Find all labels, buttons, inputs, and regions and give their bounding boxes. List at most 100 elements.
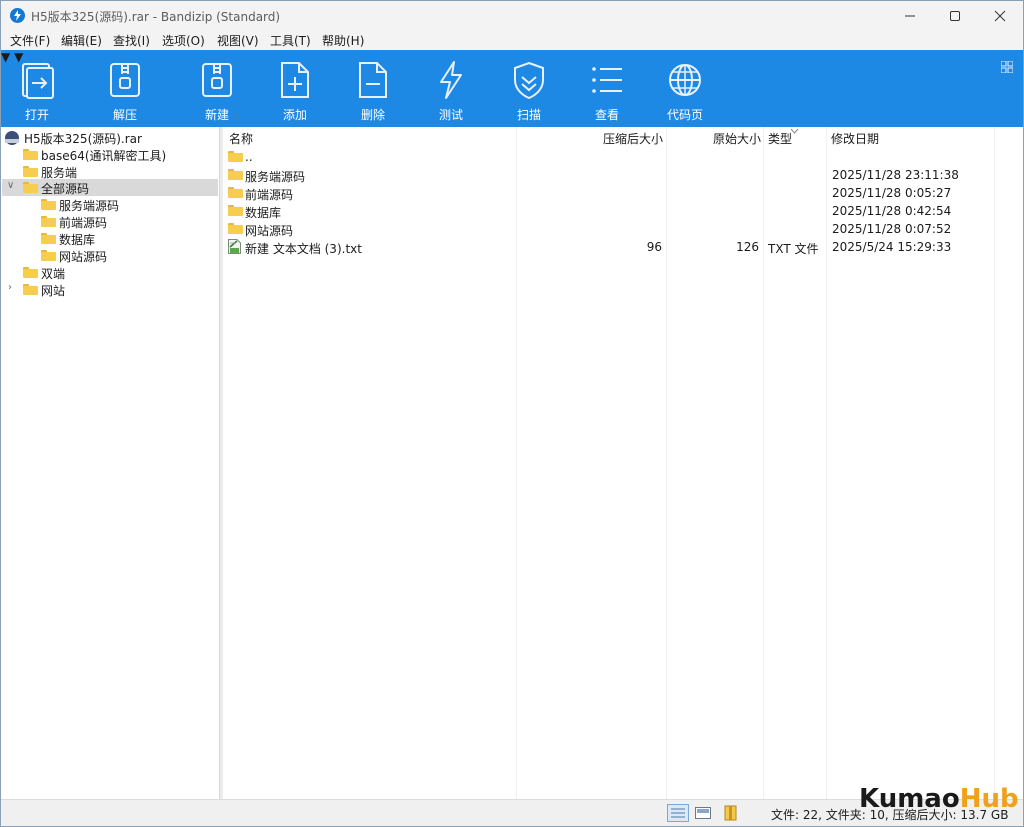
menu-edit[interactable]: 编辑(E) — [61, 32, 102, 49]
archive-info-icon[interactable] — [720, 804, 742, 822]
text-file-icon — [228, 239, 241, 254]
menu-help[interactable]: 帮助(H) — [322, 32, 364, 49]
menu-bar: 文件(F) 编辑(E) 查找(I) 选项(O) 视图(V) 工具(T) 帮助(H… — [1, 30, 1023, 50]
tree-item-label: 网站源码 — [59, 250, 108, 264]
list-view-icon — [592, 67, 622, 93]
tree-item-label: 网站 — [41, 284, 66, 298]
shield-icon — [514, 61, 544, 100]
preview-pane-icon[interactable] — [692, 804, 714, 822]
folder-icon — [23, 284, 38, 295]
file-name: 网站源码 — [245, 224, 294, 238]
minimize-button[interactable] — [887, 1, 933, 30]
folder-tree: H5版本325(源码).rar base64(通讯解密工具) 服务端 ∨ 全部源… — [1, 127, 219, 799]
delete-label: 删除 — [360, 108, 385, 122]
new-archive-icon — [202, 63, 232, 97]
tree-item-base64[interactable]: base64(通讯解密工具) — [1, 146, 219, 163]
tree-item-server[interactable]: 服务端 — [1, 163, 219, 180]
extract-label: 解压 — [112, 108, 137, 122]
view-label: 查看 — [594, 108, 619, 122]
close-button[interactable] — [977, 1, 1023, 30]
tree-item-all-source[interactable]: ∨ 全部源码 — [2, 179, 218, 196]
title-bar: H5版本325(源码).rar - Bandizip (Standard) — [1, 1, 1023, 30]
folder-icon — [23, 267, 38, 278]
sort-arrow-icon — [790, 128, 799, 134]
tree-item-label: 前端源码 — [59, 216, 108, 230]
folder-icon — [23, 149, 38, 160]
extract-icon — [110, 63, 140, 97]
tree-item-dual[interactable]: 双端 — [1, 264, 219, 281]
list-row[interactable]: 前端源码 2025/11/28 0:05:27 — [223, 184, 1023, 202]
expand-chevron-icon[interactable]: ∨ — [7, 180, 17, 191]
tree-root[interactable]: H5版本325(源码).rar — [1, 129, 219, 146]
menu-file[interactable]: 文件(F) — [10, 32, 50, 49]
details-view-icon[interactable] — [667, 804, 689, 822]
file-type: TXT 文件 — [768, 242, 819, 256]
list-row[interactable]: 数据库 2025/11/28 0:42:54 — [223, 202, 1023, 220]
folder-icon — [228, 223, 243, 234]
tree-item-server-source[interactable]: 服务端源码 — [1, 196, 219, 213]
scan-label: 扫描 — [516, 108, 541, 122]
tree-item-website[interactable]: › 网站 — [1, 281, 219, 298]
file-name: 服务端源码 — [245, 170, 306, 184]
delete-file-icon — [359, 62, 387, 98]
rar-archive-icon — [5, 131, 19, 145]
file-name: .. — [245, 150, 253, 164]
tree-root-label: H5版本325(源码).rar — [24, 132, 142, 146]
folder-icon — [228, 151, 243, 162]
file-modified: 2025/5/24 15:29:33 — [832, 240, 952, 254]
folder-icon — [41, 250, 56, 261]
folder-icon — [41, 199, 56, 210]
column-header-modified[interactable]: 修改日期 — [831, 130, 879, 147]
file-name: 新建 文本文档 (3).txt — [245, 242, 362, 256]
list-row-parent[interactable]: .. — [223, 148, 1023, 166]
tree-item-label: 数据库 — [59, 233, 96, 247]
bandizip-window: H5版本325(源码).rar - Bandizip (Standard) 文件… — [0, 0, 1024, 827]
folder-icon — [228, 187, 243, 198]
list-row[interactable]: 新建 文本文档 (3).txt 96 126 TXT 文件 2025/5/24 … — [223, 238, 1023, 256]
folder-icon — [228, 169, 243, 180]
window-title: H5版本325(源码).rar - Bandizip (Standard) — [31, 10, 281, 24]
menu-tools[interactable]: 工具(T) — [270, 32, 311, 49]
maximize-button[interactable] — [932, 1, 978, 30]
globe-icon — [669, 64, 701, 96]
menu-view[interactable]: 视图(V) — [217, 32, 259, 49]
tree-item-label: 服务端源码 — [59, 199, 120, 213]
file-packed-size: 96 — [646, 240, 662, 254]
folder-icon — [23, 166, 38, 177]
folder-icon — [41, 216, 56, 227]
tree-item-label: base64(通讯解密工具) — [41, 149, 167, 163]
tree-item-label: 双端 — [41, 267, 66, 281]
watermark-part1: Kumao — [859, 784, 960, 814]
column-header-type[interactable]: 类型 — [768, 130, 792, 147]
new-label: 新建 — [204, 108, 229, 122]
column-header-name[interactable]: 名称 — [229, 130, 253, 147]
column-header-original[interactable]: 原始大小 — [713, 130, 761, 147]
open-dropdown-arrow[interactable]: ▼ — [1, 50, 10, 64]
chevron-right-icon[interactable]: › — [8, 282, 18, 293]
tree-item-label: 全部源码 — [41, 182, 90, 196]
file-modified: 2025/11/28 0:07:52 — [832, 222, 952, 236]
column-header-packed[interactable]: 压缩后大小 — [603, 130, 663, 147]
file-list: 名称 压缩后大小 原始大小 类型 修改日期 .. 服务端源码 2025/11/2… — [223, 127, 1023, 799]
tree-item-website-source[interactable]: 网站源码 — [1, 247, 219, 264]
test-label: 测试 — [438, 108, 463, 122]
tree-item-frontend-source[interactable]: 前端源码 — [1, 213, 219, 230]
open-icon — [22, 63, 54, 99]
add-label: 添加 — [282, 108, 307, 122]
file-modified: 2025/11/28 23:11:38 — [832, 168, 959, 182]
watermark-part2: Hub — [959, 784, 1019, 814]
file-modified: 2025/11/28 0:42:54 — [832, 204, 952, 218]
open-label: 打开 — [24, 108, 49, 122]
codepage-label: 代码页 — [666, 108, 703, 122]
kumaohub-watermark: KumaoHub — [859, 784, 1019, 814]
menu-find[interactable]: 查找(I) — [113, 32, 150, 49]
folder-icon — [41, 233, 56, 244]
list-row[interactable]: 网站源码 2025/11/28 0:07:52 — [223, 220, 1023, 238]
toolbar: 打开 ▼ 解压 ▼ 新建 添加 删除 测试 扫描 查看 代码页 — [1, 50, 1023, 127]
file-name: 前端源码 — [245, 188, 294, 202]
layout-icon[interactable] — [1001, 61, 1013, 73]
file-name: 数据库 — [245, 206, 282, 220]
list-row[interactable]: 服务端源码 2025/11/28 23:11:38 — [223, 166, 1023, 184]
tree-item-database[interactable]: 数据库 — [1, 230, 219, 247]
menu-options[interactable]: 选项(O) — [162, 32, 205, 49]
